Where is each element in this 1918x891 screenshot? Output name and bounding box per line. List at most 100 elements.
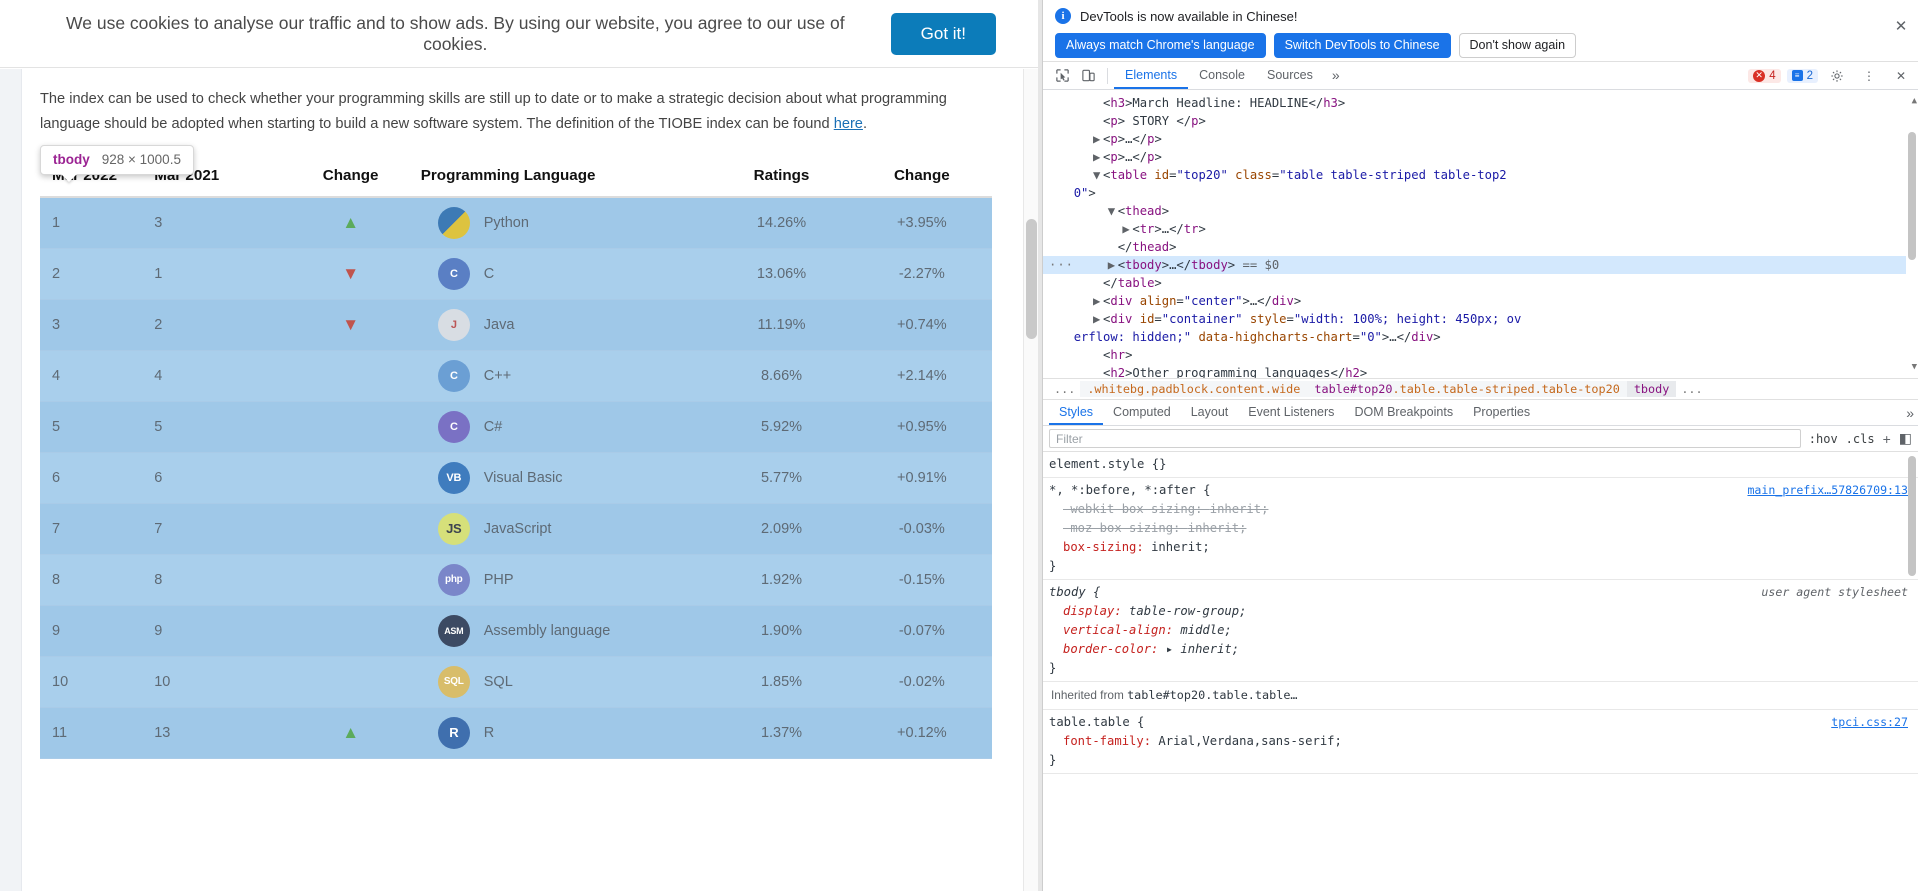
dom-tree-line[interactable]: ▶<div id="container" style="width: 100%;…	[1043, 310, 1918, 328]
dom-tree-scrollbar[interactable]: ▲ ▼	[1906, 90, 1918, 378]
dom-tree-line[interactable]: <h3>March Headline: HEADLINE</h3>	[1043, 94, 1918, 112]
switch-to-chinese-button[interactable]: Switch DevTools to Chinese	[1274, 33, 1451, 58]
tab-sources[interactable]: Sources	[1256, 62, 1324, 89]
message-badge[interactable]: ≡2	[1787, 69, 1818, 83]
breadcrumb-item[interactable]: tbody	[1627, 381, 1677, 397]
css-rule[interactable]: *, *:before, *:after { main_prefix…578267…	[1043, 478, 1918, 580]
devtools-language-notice: i DevTools is now available in Chinese! …	[1043, 0, 1918, 62]
scroll-up-icon[interactable]: ▲	[1912, 92, 1917, 110]
sidebar-tab-dom-breakpoints[interactable]: DOM Breakpoints	[1344, 400, 1463, 425]
cell-language: CC++	[421, 350, 712, 401]
sidebar-tab-layout[interactable]: Layout	[1181, 400, 1239, 425]
css-declaration[interactable]: font-family: Arial,Verdana,sans-serif;	[1049, 732, 1910, 751]
breadcrumb-item[interactable]: .whitebg.padblock.content.wide	[1080, 381, 1307, 397]
header-change[interactable]: Change	[280, 157, 420, 197]
dom-tree-line[interactable]: <hr>	[1043, 346, 1918, 364]
cookie-accept-button[interactable]: Got it!	[891, 13, 996, 55]
sidebar-tab-computed[interactable]: Computed	[1103, 400, 1181, 425]
css-selector[interactable]: tbody {	[1049, 585, 1100, 599]
dom-tree-line[interactable]: ▶<div align="center">…</div>	[1043, 292, 1918, 310]
dom-tree-line[interactable]: <h2>Other programming languages</h2>	[1043, 364, 1918, 378]
header-ratings[interactable]: Ratings	[711, 157, 851, 197]
close-devtools-icon[interactable]: ✕	[1888, 64, 1914, 88]
header-delta[interactable]: Change	[852, 157, 992, 197]
close-icon[interactable]: ✕	[1892, 18, 1910, 36]
dont-show-again-button[interactable]: Don't show again	[1459, 33, 1577, 58]
dom-tree-line[interactable]: 0">	[1043, 184, 1918, 202]
css-declaration[interactable]: display: table-row-group;	[1049, 602, 1910, 621]
css-selector[interactable]: *, *:before, *:after {	[1049, 483, 1210, 497]
dom-tree-line[interactable]: ··· ▶<tbody>…</tbody> == $0	[1043, 256, 1918, 274]
more-tabs-icon[interactable]: »	[1324, 62, 1348, 89]
dom-tree-line[interactable]: ▶<tr>…</tr>	[1043, 220, 1918, 238]
sidebar-tab-styles[interactable]: Styles	[1049, 400, 1103, 425]
expand-triangle-icon[interactable]: ▶	[1093, 130, 1103, 148]
device-toolbar-icon[interactable]	[1075, 64, 1101, 88]
breadcrumb-item[interactable]: ...	[1049, 381, 1080, 397]
styles-pane[interactable]: element.style {} *, *:before, *:after { ma…	[1043, 452, 1918, 891]
inspect-element-icon[interactable]	[1049, 64, 1075, 88]
styles-scrollbar-thumb[interactable]	[1908, 456, 1916, 576]
hover-state-button[interactable]: :hov	[1809, 432, 1838, 446]
expand-triangle-icon[interactable]: ▼	[1108, 202, 1118, 220]
styles-filter-input[interactable]	[1049, 429, 1801, 448]
expand-triangle-icon[interactable]: ▶	[1093, 148, 1103, 166]
new-style-rule-icon[interactable]: +	[1883, 431, 1891, 447]
sidebar-more-tabs-icon[interactable]: »	[1906, 405, 1914, 421]
styles-scrollbar[interactable]	[1906, 452, 1918, 891]
css-selector[interactable]: table.table {	[1049, 715, 1144, 729]
header-language[interactable]: Programming Language	[421, 157, 712, 197]
scroll-down-icon[interactable]: ▼	[1912, 358, 1917, 376]
expand-triangle-icon[interactable]: ▶	[1108, 256, 1118, 274]
dom-tree-line[interactable]: <p> STORY </p>	[1043, 112, 1918, 130]
error-badge[interactable]: ✕4	[1748, 69, 1780, 83]
gear-icon[interactable]	[1824, 64, 1850, 88]
inherited-source[interactable]: table#top20.table.table…	[1127, 688, 1297, 702]
sidebar-tab-event-listeners[interactable]: Event Listeners	[1238, 400, 1344, 425]
dom-tree-line[interactable]: ▶<p>…</p>	[1043, 130, 1918, 148]
css-source-link[interactable]: main_prefix…57826709:13	[1747, 481, 1908, 500]
css-declaration[interactable]: border-color: ▸ inherit;	[1049, 640, 1910, 659]
dom-tree[interactable]: <h3>March Headline: HEADLINE</h3> <p> ST…	[1043, 90, 1918, 378]
computed-sidebar-toggle-icon[interactable]: ◧	[1899, 430, 1912, 447]
language-name: C	[484, 266, 494, 282]
css-declaration[interactable]: vertical-align: middle;	[1049, 621, 1910, 640]
css-selector[interactable]: element.style {	[1049, 457, 1159, 471]
breadcrumb-item[interactable]: ...	[1676, 381, 1707, 397]
css-rule[interactable]: tbody {user agent stylesheetdisplay: tab…	[1043, 580, 1918, 682]
dom-scrollbar-thumb[interactable]	[1908, 132, 1916, 260]
table-row: 99ASMAssembly language1.90%-0.07%	[40, 605, 992, 656]
css-declaration[interactable]: -moz-box-sizing: inherit;	[1049, 519, 1910, 538]
dom-tree-line[interactable]: </thead>	[1043, 238, 1918, 256]
cell-rank: 11	[40, 707, 140, 758]
expand-triangle-icon[interactable]: ▶	[1093, 310, 1103, 328]
cell-rank: 3	[40, 299, 140, 350]
dom-tree-line[interactable]: ▼<thead>	[1043, 202, 1918, 220]
page-scrollbar-thumb[interactable]	[1026, 219, 1037, 339]
css-declaration[interactable]: -webkit-box-sizing: inherit;	[1049, 500, 1910, 519]
tab-console[interactable]: Console	[1188, 62, 1256, 89]
dom-tree-line[interactable]: ▼<table id="top20" class="table table-st…	[1043, 166, 1918, 184]
dom-tree-line[interactable]: </table>	[1043, 274, 1918, 292]
more-actions-icon[interactable]: ···	[1049, 256, 1074, 274]
dom-tree-line[interactable]: erflow: hidden;" data-highcharts-chart="…	[1043, 328, 1918, 346]
breadcrumb-item[interactable]: table#top20.table.table-striped.table-to…	[1307, 381, 1626, 397]
css-declaration[interactable]: box-sizing: inherit;	[1049, 538, 1910, 557]
cell-delta: -0.02%	[852, 656, 992, 707]
css-rule[interactable]: element.style {}	[1043, 452, 1918, 478]
tab-elements[interactable]: Elements	[1114, 62, 1188, 89]
cell-delta: -0.07%	[852, 605, 992, 656]
more-options-icon[interactable]: ⋮	[1856, 64, 1882, 88]
css-source-link[interactable]: tpci.css:27	[1831, 713, 1908, 732]
sidebar-tab-properties[interactable]: Properties	[1463, 400, 1540, 425]
cell-change-arrow	[280, 503, 420, 554]
expand-triangle-icon[interactable]: ▼	[1093, 166, 1103, 184]
expand-triangle-icon[interactable]: ▶	[1122, 220, 1132, 238]
always-match-language-button[interactable]: Always match Chrome's language	[1055, 33, 1266, 58]
page-scrollbar[interactable]	[1023, 69, 1038, 891]
expand-triangle-icon[interactable]: ▶	[1093, 292, 1103, 310]
definition-link[interactable]: here	[834, 116, 863, 132]
css-rule[interactable]: table.table { tpci.css:27font-family: Ari…	[1043, 710, 1918, 774]
class-editor-button[interactable]: .cls	[1846, 432, 1875, 446]
dom-tree-line[interactable]: ▶<p>…</p>	[1043, 148, 1918, 166]
